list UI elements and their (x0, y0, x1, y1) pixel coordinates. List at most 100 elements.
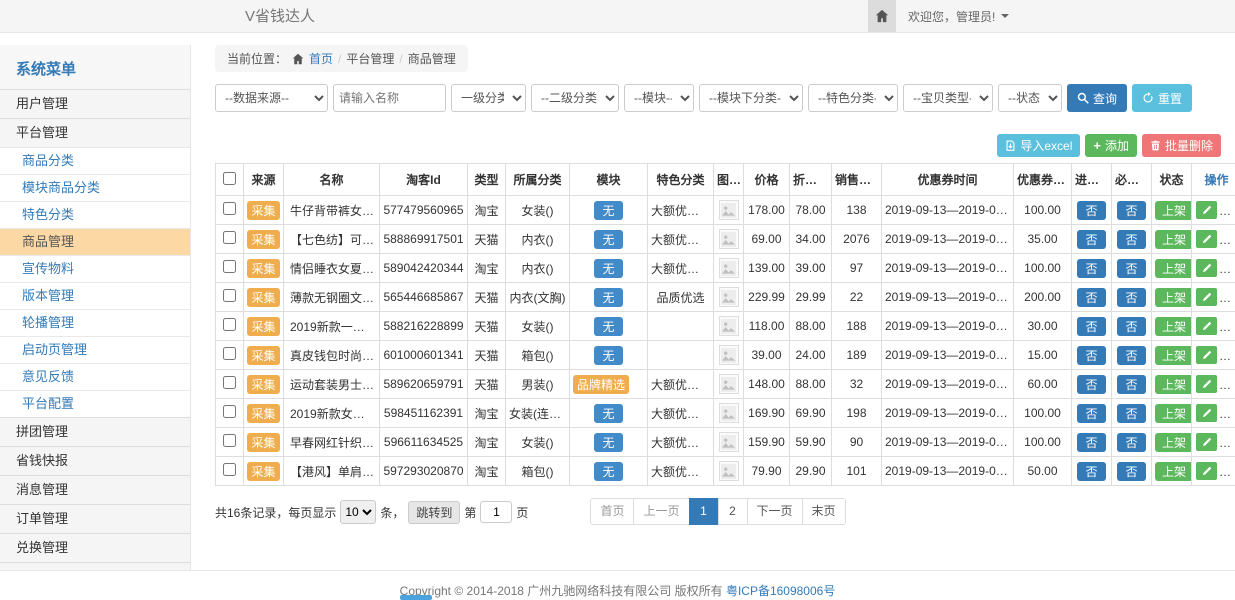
edit-button[interactable] (1196, 433, 1217, 451)
row-checkbox[interactable] (223, 231, 236, 244)
import-select-toggle[interactable]: 否 (1077, 288, 1105, 307)
row-checkbox[interactable] (223, 347, 236, 360)
edit-button[interactable] (1196, 230, 1217, 248)
status-button[interactable]: 上架 (1155, 404, 1192, 423)
sidebar-item-启动页管理[interactable]: 启动页管理 (0, 336, 190, 363)
page-button-末页[interactable]: 末页 (802, 498, 846, 525)
edit-button[interactable] (1196, 404, 1217, 422)
sidebar-item-宣传物料[interactable]: 宣传物料 (0, 255, 190, 282)
status-button[interactable]: 上架 (1155, 462, 1192, 481)
import-select-toggle[interactable]: 否 (1077, 433, 1105, 452)
import-select-toggle[interactable]: 否 (1077, 230, 1105, 249)
add-button[interactable]: + 添加 (1085, 134, 1137, 157)
must-buy-toggle[interactable]: 否 (1117, 288, 1145, 307)
sidebar-item-版本管理[interactable]: 版本管理 (0, 282, 190, 309)
status-button[interactable]: 上架 (1155, 375, 1192, 394)
price: 159.90 (744, 428, 790, 457)
edit-button[interactable] (1196, 288, 1217, 306)
sidebar-item-平台管理[interactable]: 平台管理 (0, 118, 190, 147)
jump-page-input[interactable] (480, 501, 512, 523)
status-button[interactable]: 上架 (1155, 433, 1192, 452)
sidebar-item-意见反馈[interactable]: 意见反馈 (0, 363, 190, 390)
row-checkbox[interactable] (223, 260, 236, 273)
import-select-toggle[interactable]: 否 (1077, 201, 1105, 220)
row-checkbox[interactable] (223, 405, 236, 418)
status-button[interactable]: 上架 (1155, 259, 1192, 278)
batch-delete-button[interactable]: 批量删除 (1142, 134, 1221, 157)
level1-category-select[interactable]: 一级分类 (451, 84, 526, 112)
row-checkbox[interactable] (223, 434, 236, 447)
import-select-toggle[interactable]: 否 (1077, 375, 1105, 394)
sidebar-item-用户管理[interactable]: 用户管理 (0, 89, 190, 118)
module-subcategory-select[interactable]: --模块下分类-- (699, 84, 803, 112)
page-button-首页[interactable]: 首页 (590, 498, 634, 525)
featured-category-select[interactable]: --特色分类-- (808, 84, 898, 112)
icp-link[interactable]: 粤ICP备16098006号 (726, 584, 835, 598)
sidebar-item-特色分类[interactable]: 特色分类 (0, 201, 190, 228)
status-button[interactable]: 上架 (1155, 230, 1192, 249)
sidebar-item-兑换管理[interactable]: 兑换管理 (0, 533, 190, 562)
edit-button[interactable] (1196, 462, 1217, 480)
sidebar-item-平台配置[interactable]: 平台配置 (0, 390, 190, 417)
sidebar-item-轮播管理[interactable]: 轮播管理 (0, 309, 190, 336)
page-button-1[interactable]: 1 (689, 498, 719, 525)
sidebar-item-消息管理[interactable]: 消息管理 (0, 475, 190, 504)
level2-category-select[interactable]: --二级分类-- (531, 84, 619, 112)
price: 79.90 (744, 457, 790, 486)
row-checkbox[interactable] (223, 289, 236, 302)
reset-button[interactable]: 重置 (1132, 84, 1192, 112)
status-button[interactable]: 上架 (1155, 288, 1192, 307)
status-button[interactable]: 上架 (1155, 346, 1192, 365)
name-input[interactable] (333, 84, 446, 112)
taoke-id: 589620659791 (380, 370, 468, 399)
row-checkbox[interactable] (223, 318, 236, 331)
must-buy-toggle[interactable]: 否 (1117, 462, 1145, 481)
row-checkbox[interactable] (223, 376, 236, 389)
page-size-select[interactable]: 10 (340, 500, 376, 524)
must-buy-toggle[interactable]: 否 (1117, 317, 1145, 336)
must-buy-toggle[interactable]: 否 (1117, 433, 1145, 452)
must-buy-toggle[interactable]: 否 (1117, 404, 1145, 423)
sidebar-item-模块商品分类[interactable]: 模块商品分类 (0, 174, 190, 201)
edit-button[interactable] (1196, 259, 1217, 277)
sidebar-item-商品管理[interactable]: 商品管理 (0, 228, 190, 255)
import-excel-button[interactable]: 导入excel (997, 134, 1080, 157)
import-select-toggle[interactable]: 否 (1077, 317, 1105, 336)
horizontal-scrollbar-thumb[interactable] (400, 595, 432, 600)
must-buy-toggle[interactable]: 否 (1117, 346, 1145, 365)
must-buy-toggle[interactable]: 否 (1117, 375, 1145, 394)
edit-button[interactable] (1196, 201, 1217, 219)
select-all-checkbox[interactable] (223, 172, 236, 185)
breadcrumb-home-link[interactable]: 首页 (309, 50, 333, 67)
edit-button[interactable] (1196, 346, 1217, 364)
item-type-select[interactable]: --宝贝类型-- (903, 84, 993, 112)
user-menu[interactable]: 欢迎您，管理员! (896, 0, 1021, 32)
status-select[interactable]: --状态-- (998, 84, 1062, 112)
import-select-toggle[interactable]: 否 (1077, 462, 1105, 481)
sidebar-item-商品分类[interactable]: 商品分类 (0, 147, 190, 174)
sidebar-item-订单管理[interactable]: 订单管理 (0, 504, 190, 533)
edit-button[interactable] (1196, 375, 1217, 393)
must-buy-toggle[interactable]: 否 (1117, 230, 1145, 249)
module-select[interactable]: --模块-- (624, 84, 694, 112)
search-button[interactable]: 查询 (1067, 84, 1127, 112)
must-buy-toggle[interactable]: 否 (1117, 259, 1145, 278)
data-source-select[interactable]: --数据来源-- (215, 84, 328, 112)
row-checkbox[interactable] (223, 463, 236, 476)
status-button[interactable]: 上架 (1155, 201, 1192, 220)
import-select-toggle[interactable]: 否 (1077, 259, 1105, 278)
jump-button[interactable]: 跳转到 (408, 501, 460, 524)
status-button[interactable]: 上架 (1155, 317, 1192, 336)
must-buy-toggle[interactable]: 否 (1117, 201, 1145, 220)
home-button[interactable] (868, 0, 896, 32)
sidebar-item-拼团管理[interactable]: 拼团管理 (0, 417, 190, 446)
import-select-toggle[interactable]: 否 (1077, 404, 1105, 423)
trash-icon (1150, 140, 1161, 151)
page-button-下一页[interactable]: 下一页 (747, 498, 803, 525)
edit-button[interactable] (1196, 317, 1217, 335)
page-button-上一页[interactable]: 上一页 (633, 498, 689, 525)
sidebar-item-省钱快报[interactable]: 省钱快报 (0, 446, 190, 475)
row-checkbox[interactable] (223, 202, 236, 215)
import-select-toggle[interactable]: 否 (1077, 346, 1105, 365)
page-button-2[interactable]: 2 (718, 498, 748, 525)
